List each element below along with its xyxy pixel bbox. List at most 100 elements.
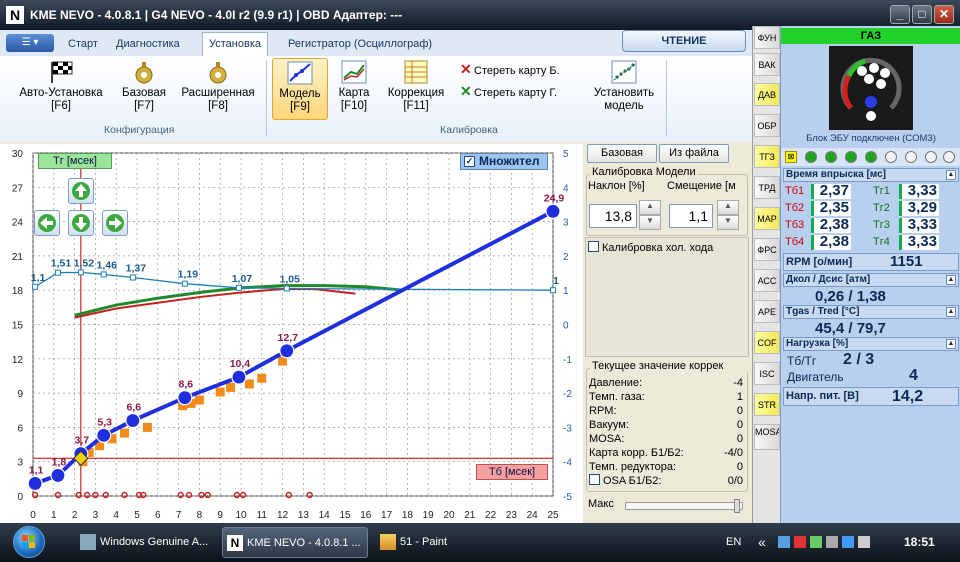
x-tick-label: 18 xyxy=(402,510,414,521)
y2-tick-label: 3 xyxy=(563,218,569,229)
injection-time-header: Время впрыска [мс] ▲ xyxy=(783,168,959,182)
side-tab[interactable]: АСС xyxy=(754,269,780,292)
map-button[interactable]: Карта [F10] xyxy=(332,58,376,120)
side-tab[interactable]: АРЕ xyxy=(754,300,780,323)
x-tick-label: 0 xyxy=(30,510,36,521)
y-tick-label: 30 xyxy=(12,149,24,160)
erase-map-g-button[interactable]: ✕ Стереть карту Г. xyxy=(460,84,557,100)
calibration-chart[interactable]: 0 1 2 3 4 5 6 7 8 9 10 11 12 13 14 15 16 17 18 19 20 21 22 23 24… xyxy=(0,144,583,523)
slope-up-button[interactable]: ▲ xyxy=(639,200,661,215)
tab-diagnostics[interactable]: Диагностика xyxy=(110,33,186,55)
y2-tick-label: 0 xyxy=(563,321,569,332)
side-tab[interactable]: ФУН xyxy=(754,26,780,49)
up-arrow-button[interactable] xyxy=(68,178,94,204)
current-row[interactable]: OSA Б1/Б2: 0/0 xyxy=(589,474,745,488)
slope-down-button[interactable]: ▼ xyxy=(639,215,661,230)
taskbar-item-kme[interactable]: N KME NEVO - 4.0.8.1 ... xyxy=(222,527,368,558)
side-tab[interactable]: ТГЗ xyxy=(754,145,780,168)
down-arrow-button[interactable] xyxy=(68,210,94,236)
y2-tick-label: -4 xyxy=(563,458,572,469)
side-tab[interactable]: ISC xyxy=(754,362,780,385)
model-point xyxy=(545,203,561,219)
max-slider[interactable] xyxy=(625,499,743,513)
close-button[interactable]: ✕ xyxy=(934,5,954,24)
pin-icon[interactable]: ▲ xyxy=(946,339,956,349)
right-arrow-button[interactable] xyxy=(102,210,128,236)
app-menu-button[interactable]: ☰ ▾ xyxy=(6,34,54,52)
multiplier-checkbox[interactable]: ✓ Множител xyxy=(460,153,548,170)
pin-icon[interactable]: ▲ xyxy=(946,170,956,180)
model-point-label: 1,1 xyxy=(29,464,44,476)
bluetooth-icon[interactable] xyxy=(842,536,854,549)
side-tab[interactable]: ОБР xyxy=(754,114,780,137)
model-chart-icon xyxy=(287,61,313,85)
model-button[interactable]: Модель [F9] xyxy=(272,58,328,120)
auto-setup-label: Авто-Установка xyxy=(19,87,103,99)
set-model-button[interactable]: Установить модель xyxy=(588,58,660,120)
offset-down-button[interactable]: ▼ xyxy=(717,215,739,230)
maximize-button[interactable]: □ xyxy=(912,5,932,24)
model-point-label: 5,3 xyxy=(97,416,112,428)
side-tabs: ФУН ВАК ДАВ ОБР ТГЗ ТРД МАР ФРС АСС АРЕ … xyxy=(752,26,780,523)
side-tab[interactable]: STR xyxy=(754,393,780,416)
current-row: Карта корр. Б1/Б2: -4/0 xyxy=(589,447,743,459)
taskbar-item-genuine[interactable]: Windows Genuine A... xyxy=(76,527,216,558)
x-tick-label: 21 xyxy=(464,510,476,521)
x-tick-label: 7 xyxy=(176,510,182,521)
gas-switch-gauge[interactable] xyxy=(829,46,913,130)
injector-value: 3,29 xyxy=(899,200,939,216)
current-row: Темп. газа: 1 xyxy=(589,391,743,403)
read-button[interactable]: ЧТЕНИЕ xyxy=(622,30,746,52)
load-label: Тб/Тг xyxy=(787,354,817,368)
side-tab[interactable]: ТРД xyxy=(754,176,780,199)
offset-input[interactable]: 1,1 xyxy=(669,204,713,228)
security-icon[interactable] xyxy=(794,536,806,549)
from-file-button[interactable]: Из файла xyxy=(659,144,729,163)
gear-icon xyxy=(131,60,157,84)
pin-icon[interactable]: ▲ xyxy=(946,307,956,317)
offset-up-button[interactable]: ▲ xyxy=(717,200,739,215)
tray-expand-button[interactable]: « xyxy=(758,523,766,562)
y-tick-label: 18 xyxy=(12,286,24,297)
network-icon[interactable] xyxy=(778,536,790,549)
arrow-down-icon xyxy=(72,214,90,232)
paint-icon xyxy=(380,534,396,550)
side-tab[interactable]: ВАК xyxy=(754,53,780,76)
x-tick-label: 25 xyxy=(547,510,559,521)
slider-thumb[interactable] xyxy=(734,499,740,513)
language-indicator[interactable]: EN xyxy=(726,523,741,562)
idle-calibration-checkbox[interactable]: Калибровка хол. хода xyxy=(588,241,713,254)
correction-button[interactable]: Коррекция [F11] xyxy=(380,58,452,120)
side-tab[interactable]: МАР xyxy=(754,207,780,230)
erase-map-b-button[interactable]: ✕ Стереть карту Б. xyxy=(460,62,560,78)
x-tick-label: 3 xyxy=(93,510,99,521)
side-tab[interactable]: ФРС xyxy=(754,238,780,261)
pin-icon[interactable]: ▲ xyxy=(946,275,956,285)
scatter-icon xyxy=(611,60,637,84)
status-leds: ⊠ xyxy=(781,148,960,166)
side-tab[interactable]: COF xyxy=(754,331,780,354)
model-point xyxy=(96,427,112,444)
model-point xyxy=(50,467,66,484)
start-button[interactable] xyxy=(13,526,45,558)
tab-setup[interactable]: Установка xyxy=(202,32,268,56)
extended-button[interactable]: Расширенная [F8] xyxy=(176,58,260,120)
taskbar-item-paint[interactable]: 51 - Paint xyxy=(376,527,516,558)
tab-recorder[interactable]: Регистратор (Осциллограф) xyxy=(282,33,438,55)
side-tab[interactable]: ДАВ xyxy=(754,83,780,106)
auto-setup-button[interactable]: Авто-Установка [F6] xyxy=(10,58,112,120)
injector-value: 2,37 xyxy=(811,183,851,199)
minimize-button[interactable]: _ xyxy=(890,5,910,24)
x-tick-label: 11 xyxy=(257,510,268,521)
base-button[interactable]: Базовая xyxy=(587,144,657,163)
device-icon[interactable] xyxy=(858,536,870,549)
x-tick-label: 14 xyxy=(319,510,331,521)
update-icon[interactable] xyxy=(810,536,822,549)
group-config-label: Конфигурация xyxy=(104,124,175,136)
left-arrow-button[interactable] xyxy=(34,210,60,236)
slope-input[interactable]: 13,8 xyxy=(589,204,637,228)
volume-icon[interactable] xyxy=(826,536,838,549)
side-tab[interactable]: MOSA xyxy=(754,424,780,450)
basic-button[interactable]: Базовая [F7] xyxy=(116,58,172,120)
tab-start[interactable]: Старт xyxy=(62,33,104,55)
